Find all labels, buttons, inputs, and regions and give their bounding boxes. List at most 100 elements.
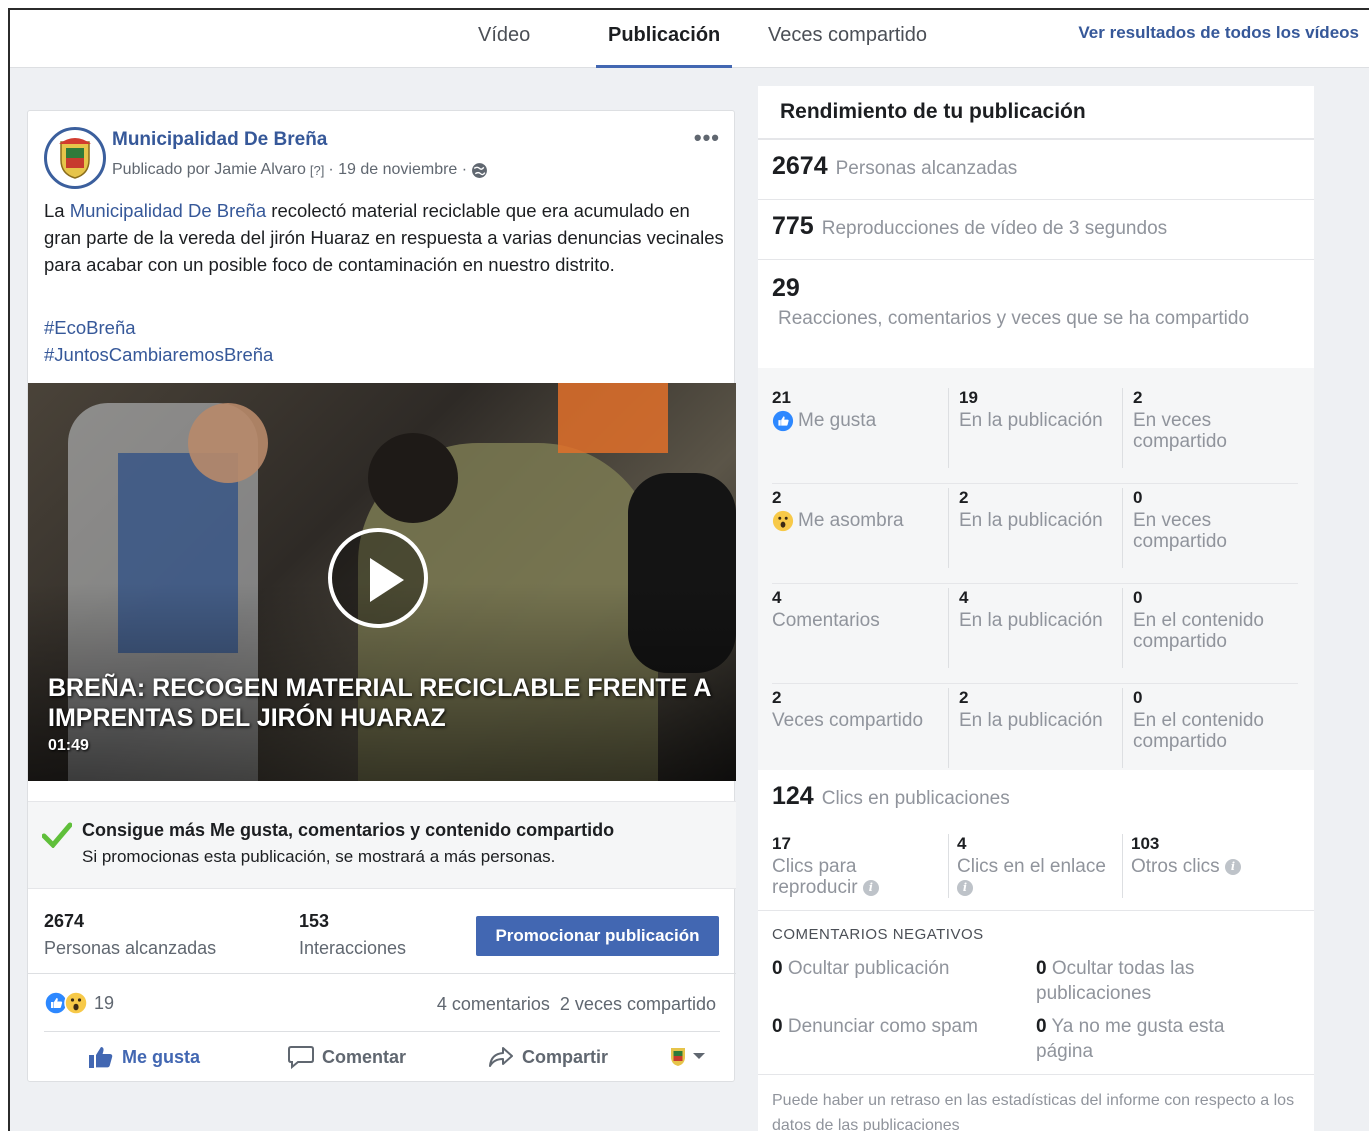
click-link-label: Clics en el enlace (957, 856, 1106, 877)
click-play-value: 17 (772, 834, 791, 853)
shares-on-post: 2 (959, 688, 969, 707)
click-play-label: Clics para reproducir (772, 856, 858, 898)
wow-other: 0 (1133, 488, 1143, 507)
globe-icon (472, 162, 488, 178)
share-icon (489, 1047, 513, 1067)
wow-on-post: 2 (959, 488, 969, 507)
post-card: Municipalidad De Breña Publicado por Jam… (27, 110, 736, 1082)
thumbs-up-icon (89, 1047, 113, 1068)
shares-other: 0 (1133, 688, 1143, 707)
more-options-icon[interactable]: ••• (694, 125, 720, 151)
tab-publication[interactable]: Publicación (596, 24, 733, 68)
wow-other-label: En veces compartido (1133, 510, 1227, 552)
video-player[interactable]: BREÑA: RECOGEN MATERIAL RECICLABLE FRENT… (28, 383, 736, 781)
info-icon[interactable]: i (862, 879, 879, 896)
hashtag-list: #EcoBreña #JuntosCambiaremosBreña (44, 314, 273, 368)
page-selector[interactable] (668, 1045, 706, 1067)
click-other-label: Otros clics (1131, 856, 1220, 877)
info-icon[interactable]: i (957, 879, 973, 896)
video-face-left (188, 403, 268, 483)
comment-button[interactable]: Comentar (288, 1045, 406, 1069)
divider (758, 1074, 1314, 1075)
post-byline: Publicado por Jamie Alvaro [?] · 19 de n… (112, 161, 488, 179)
plays-metric-label: Reproducciones de vídeo de 3 segundos (821, 218, 1168, 239)
video-head-right (368, 433, 458, 523)
hashtag-link[interactable]: #JuntosCambiaremosBreña (44, 341, 273, 368)
divider (758, 259, 1314, 260)
interactions-stat: 153 Interacciones (299, 911, 406, 959)
negative-unlike-page: 0 Ya no me gusta esta página (1036, 1014, 1286, 1064)
like-reaction-icon (772, 410, 794, 432)
breakdown-total: 21 Me gusta (772, 388, 942, 432)
tab-video[interactable]: Vídeo (466, 24, 542, 68)
share-label: Compartir (522, 1046, 609, 1067)
reactions-summary[interactable]: 19 (44, 991, 114, 1015)
clicks-metric-value: 124 (772, 782, 814, 810)
breakdown-row-likes: 21 Me gusta 19 En la publicación 2 En ve… (772, 384, 1298, 484)
comments-shares-count[interactable]: 4 comentarios 2 veces compartido (437, 994, 716, 1015)
promo-title: Consigue más Me gusta, comentarios y con… (82, 820, 615, 840)
likes-other-label: En veces compartido (1133, 410, 1227, 452)
click-other-label-wrap: Otros clics i (1131, 856, 1302, 877)
negative-spam: 0 Denunciar como spam (772, 1014, 1022, 1039)
likes-label-wrap: Me gusta (772, 410, 942, 432)
clicks-metric: 124 Clics en publicaciones (772, 782, 1010, 811)
negative-hide-all: 0 Ocultar todas las publicaciones (1036, 956, 1286, 1006)
likes-on-post: 19 (959, 388, 978, 407)
delay-footnote: Puede haber un retraso en las estadístic… (772, 1092, 1295, 1131)
negative-hide-post: 0 Ocultar publicación (772, 956, 1022, 981)
likes-total: 21 (772, 388, 791, 407)
info-icon[interactable]: i (1224, 858, 1241, 875)
shares-total: 2 (772, 688, 782, 707)
negative-label: Ya no me gusta esta página (1036, 1016, 1225, 1062)
reach-metric-label: Personas alcanzadas (835, 158, 1018, 179)
breakdown-other: 2 En veces compartido (1122, 388, 1298, 468)
hashtag-link[interactable]: #EcoBreña (44, 314, 273, 341)
video-orange-vest (558, 383, 668, 453)
wow-on-post-label: En la publicación (959, 510, 1103, 531)
reach-label: Personas alcanzadas (44, 938, 217, 958)
share-button[interactable]: Compartir (488, 1045, 608, 1069)
wow-reaction-icon (772, 510, 794, 532)
comments-on-post: 4 (959, 588, 969, 607)
checkmark-icon (42, 822, 72, 848)
negative-value: 0 (772, 1016, 783, 1037)
comments-on-post-label: En la publicación (959, 610, 1103, 631)
breakdown-other: 0 En veces compartido (1122, 488, 1298, 568)
click-link-label-wrap: Clics en el enlace i (957, 856, 1118, 898)
chevron-down-icon (693, 1053, 705, 1059)
reactions-count: 19 (94, 992, 115, 1013)
post-text: La Municipalidad De Breña recolectó mate… (44, 197, 724, 278)
page-crest-icon (671, 1048, 685, 1066)
video-duration: 01:49 (48, 737, 89, 754)
negative-value: 0 (1036, 958, 1047, 979)
tab-shares[interactable]: Veces compartido (756, 24, 939, 68)
breakdown-total: 2 Veces compartido (772, 688, 942, 731)
engagement-metric-label: Reacciones, comentarios y veces que se h… (778, 308, 1250, 329)
plays-metric-value: 775 (772, 212, 814, 240)
breakdown-on-post: 2 En la publicación (948, 688, 1128, 768)
promote-post-button[interactable]: Promocionar publicación (476, 916, 719, 956)
post-date[interactable]: · 19 de noviembre · (328, 161, 467, 179)
comment-icon (288, 1046, 314, 1069)
breakdown-row-comments: 4 Comentarios 4 En la publicación 0 En e… (772, 584, 1298, 684)
engagement-metric: 29 (772, 274, 800, 303)
shares-other-label: En el contenido compartido (1133, 710, 1264, 752)
page-avatar[interactable] (44, 127, 106, 189)
comments-label: Comentarios (772, 610, 880, 631)
shares-label: Veces compartido (772, 710, 924, 731)
likes-label: Me gusta (798, 410, 877, 432)
engagement-metric-value: 29 (772, 274, 800, 302)
play-icon[interactable] (328, 528, 428, 628)
page-name-link[interactable]: Municipalidad De Breña (112, 129, 327, 151)
help-marker[interactable]: [?] (310, 163, 324, 178)
breakdown-other: 0 En el contenido compartido (1122, 588, 1298, 668)
post-page-mention[interactable]: Municipalidad De Breña (70, 200, 266, 221)
engagement-breakdown: 21 Me gusta 19 En la publicación 2 En ve… (758, 368, 1314, 770)
like-button[interactable]: Me gusta (88, 1045, 200, 1069)
reach-metric: 2674 Personas alcanzadas (772, 152, 1017, 181)
reach-stat: 2674 Personas alcanzadas (44, 911, 216, 959)
negative-feedback-title: COMENTARIOS NEGATIVOS (772, 926, 984, 943)
click-link: 4 Clics en el enlace i (948, 834, 1118, 898)
view-all-videos-link[interactable]: Ver resultados de todos los vídeos (1078, 23, 1359, 43)
